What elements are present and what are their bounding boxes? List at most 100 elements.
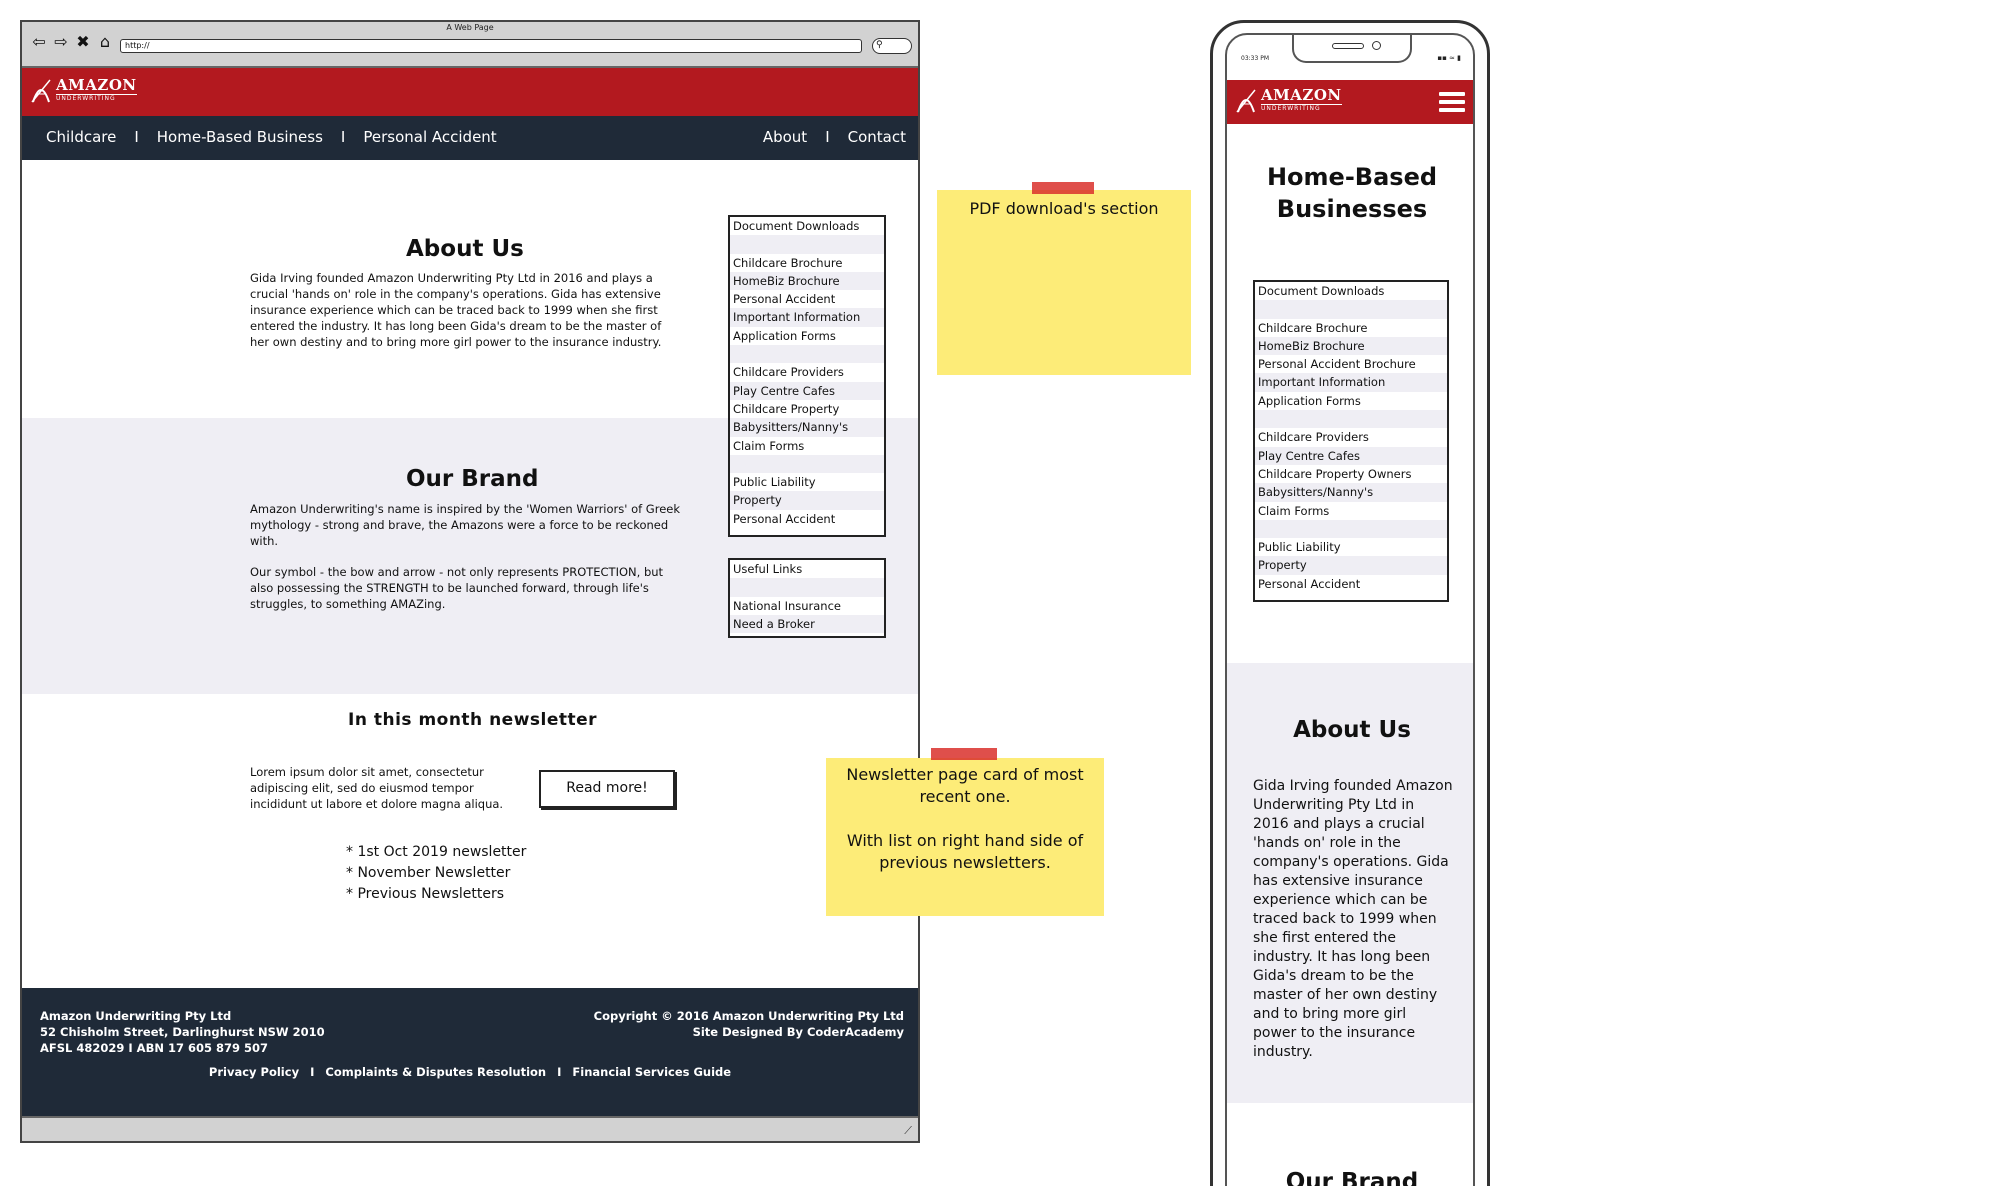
phone-screen: 03:33 PM ▪▪ ≈ ▮ AMAZON UNDERWRITING Home… <box>1225 33 1475 1186</box>
site-footer: Amazon Underwriting Pty Ltd 52 Chisholm … <box>22 988 918 1116</box>
downloads-title: Document Downloads <box>1258 284 1385 298</box>
download-link[interactable]: Claim Forms <box>730 437 884 455</box>
download-link[interactable]: Childcare Providers <box>1255 428 1447 446</box>
download-link[interactable]: Play Centre Cafes <box>730 381 884 400</box>
nav-contact[interactable]: Contact <box>848 128 906 146</box>
tape <box>931 748 997 760</box>
mobile-about-title: About Us <box>1293 717 1411 743</box>
mobile-header: AMAZON UNDERWRITING <box>1227 80 1473 124</box>
footer-links: Privacy Policy I Complaints & Disputes R… <box>22 1064 918 1080</box>
newsletter-text: Lorem ipsum dolor sit amet, consectetur … <box>250 765 504 811</box>
download-link[interactable]: Babysitters/Nanny's <box>730 418 884 437</box>
download-link[interactable]: Play Centre Cafes <box>1255 446 1447 465</box>
download-link[interactable]: Childcare Property Owners <box>1255 465 1447 483</box>
site-header: AMAZON UNDERWRITING <box>22 68 918 116</box>
download-link[interactable]: Important Information <box>1255 373 1447 392</box>
footer-separator: I <box>557 1065 562 1079</box>
download-link[interactable]: Childcare Providers <box>730 363 884 381</box>
speaker-icon <box>1332 43 1364 49</box>
download-link[interactable]: Application Forms <box>730 327 884 345</box>
download-link[interactable]: Personal Accident <box>730 510 884 528</box>
download-link[interactable]: Public Liability <box>1255 538 1447 556</box>
bow-arrow-logo-icon <box>1236 89 1256 113</box>
url-bar[interactable]: http:// <box>120 39 862 53</box>
footer-afsl: AFSL 482029 I ABN 17 605 879 507 <box>40 1041 268 1055</box>
footer-copyright: Copyright © 2016 Amazon Underwriting Pty… <box>593 1009 904 1023</box>
footer-designed-by: Site Designed By CoderAcademy <box>692 1025 904 1039</box>
footer-company: Amazon Underwriting Pty Ltd <box>40 1009 232 1023</box>
useful-link[interactable]: National Insurance <box>730 597 884 615</box>
footer-link-complaints[interactable]: Complaints & Disputes Resolution <box>325 1065 546 1079</box>
footer-link-fsg[interactable]: Financial Services Guide <box>572 1065 731 1079</box>
links-spacer <box>730 578 884 597</box>
phone-frame: 03:33 PM ▪▪ ≈ ▮ AMAZON UNDERWRITING Home… <box>1210 20 1490 1186</box>
main-nav: Childcare I Home-Based Business I Person… <box>22 116 918 160</box>
footer-address: 52 Chisholm Street, Darlinghurst NSW 201… <box>40 1025 325 1039</box>
footer-link-privacy[interactable]: Privacy Policy <box>209 1065 299 1079</box>
nav-separator: I <box>825 128 830 146</box>
download-link[interactable]: Childcare Brochure <box>1255 319 1447 337</box>
mobile-brand-title: Our Brand <box>1285 1169 1419 1186</box>
download-link[interactable]: Childcare Property <box>730 400 884 418</box>
download-link[interactable]: Claim Forms <box>1255 502 1447 520</box>
download-link[interactable]: HomeBiz Brochure <box>730 271 884 291</box>
download-link[interactable]: Important Information <box>730 308 884 327</box>
camera-icon <box>1372 41 1381 50</box>
bow-arrow-logo-icon <box>31 79 51 103</box>
newsletter-link[interactable]: * Previous Newsletters <box>346 884 526 905</box>
footer-company-info: Amazon Underwriting Pty Ltd 52 Chisholm … <box>40 1008 325 1056</box>
download-link[interactable]: Property <box>730 491 884 510</box>
sticky-note-newsletter: Newsletter page card of most recent one.… <box>826 748 1104 916</box>
nav-separator: I <box>340 128 346 146</box>
logo-subtitle: UNDERWRITING <box>56 94 137 102</box>
download-link[interactable]: Babysitters/Nanny's <box>1255 483 1447 502</box>
logo[interactable]: AMAZON UNDERWRITING <box>30 76 137 104</box>
nav-home-based-business[interactable]: Home-Based Business <box>157 128 323 146</box>
download-link[interactable]: Personal Accident <box>730 290 884 308</box>
downloads-spacer <box>730 454 884 474</box>
browser-status-bar: ⟋ <box>22 1116 918 1141</box>
newsletter-link[interactable]: * 1st Oct 2019 newsletter <box>346 842 526 863</box>
download-link[interactable]: Property <box>1255 556 1447 575</box>
phone-time: 03:33 PM <box>1241 55 1269 62</box>
useful-link[interactable]: Need a Broker <box>730 614 884 634</box>
links-title: Useful Links <box>733 562 803 576</box>
download-link[interactable]: Childcare Brochure <box>730 254 884 272</box>
logo-subtitle: UNDERWRITING <box>1261 104 1342 112</box>
back-icon[interactable]: ⇦ <box>30 34 48 50</box>
footer-separator: I <box>310 1065 315 1079</box>
resize-grip-icon[interactable]: ⟋ <box>904 1124 912 1138</box>
download-link[interactable]: Personal Accident Brochure <box>1255 355 1447 373</box>
browser-chrome: A Web Page ⇦ ⇨ ✖ ⌂ http:// ⚲ <box>22 22 918 68</box>
nav-personal-accident[interactable]: Personal Accident <box>363 128 496 146</box>
brand-text-2: Our symbol - the bow and arrow - not onl… <box>250 565 664 611</box>
sticky-note-pdf: PDF download's section <box>937 182 1191 375</box>
newsletter-title: In this month newsletter <box>348 710 598 730</box>
download-link[interactable]: Application Forms <box>1255 392 1447 410</box>
close-icon[interactable]: ✖ <box>74 34 92 50</box>
logo-name: AMAZON <box>56 76 137 94</box>
download-link[interactable]: Public Liability <box>730 473 884 491</box>
nav-separator: I <box>134 128 139 146</box>
download-link[interactable]: Personal Accident <box>1255 575 1447 593</box>
mobile-logo[interactable]: AMAZON UNDERWRITING <box>1235 86 1342 114</box>
browser-window: A Web Page ⇦ ⇨ ✖ ⌂ http:// ⚲ AMAZON UNDE… <box>20 20 920 1143</box>
footer-copyright-info: Copyright © 2016 Amazon Underwriting Pty… <box>594 1008 904 1040</box>
hamburger-menu-icon[interactable] <box>1439 92 1465 112</box>
newsletter-link[interactable]: * November Newsletter <box>346 863 526 884</box>
browser-nav-icons: ⇦ ⇨ ✖ ⌂ <box>30 34 114 50</box>
download-link[interactable]: HomeBiz Brochure <box>1255 336 1447 356</box>
window-title: A Web Page <box>446 23 494 32</box>
phone-status-icons: ▪▪ ≈ ▮ <box>1437 54 1461 62</box>
home-icon[interactable]: ⌂ <box>96 34 114 50</box>
search-icon[interactable]: ⚲ <box>872 38 912 54</box>
downloads-spacer <box>730 345 884 364</box>
nav-childcare[interactable]: Childcare <box>46 128 116 146</box>
forward-icon[interactable]: ⇨ <box>52 34 70 50</box>
nav-about[interactable]: About <box>763 128 807 146</box>
about-text: Gida Irving founded Amazon Underwriting … <box>250 271 662 349</box>
downloads-spacer <box>1255 519 1447 539</box>
tape <box>1032 182 1094 194</box>
phone-notch <box>1292 35 1412 63</box>
read-more-button[interactable]: Read more! <box>539 770 675 808</box>
